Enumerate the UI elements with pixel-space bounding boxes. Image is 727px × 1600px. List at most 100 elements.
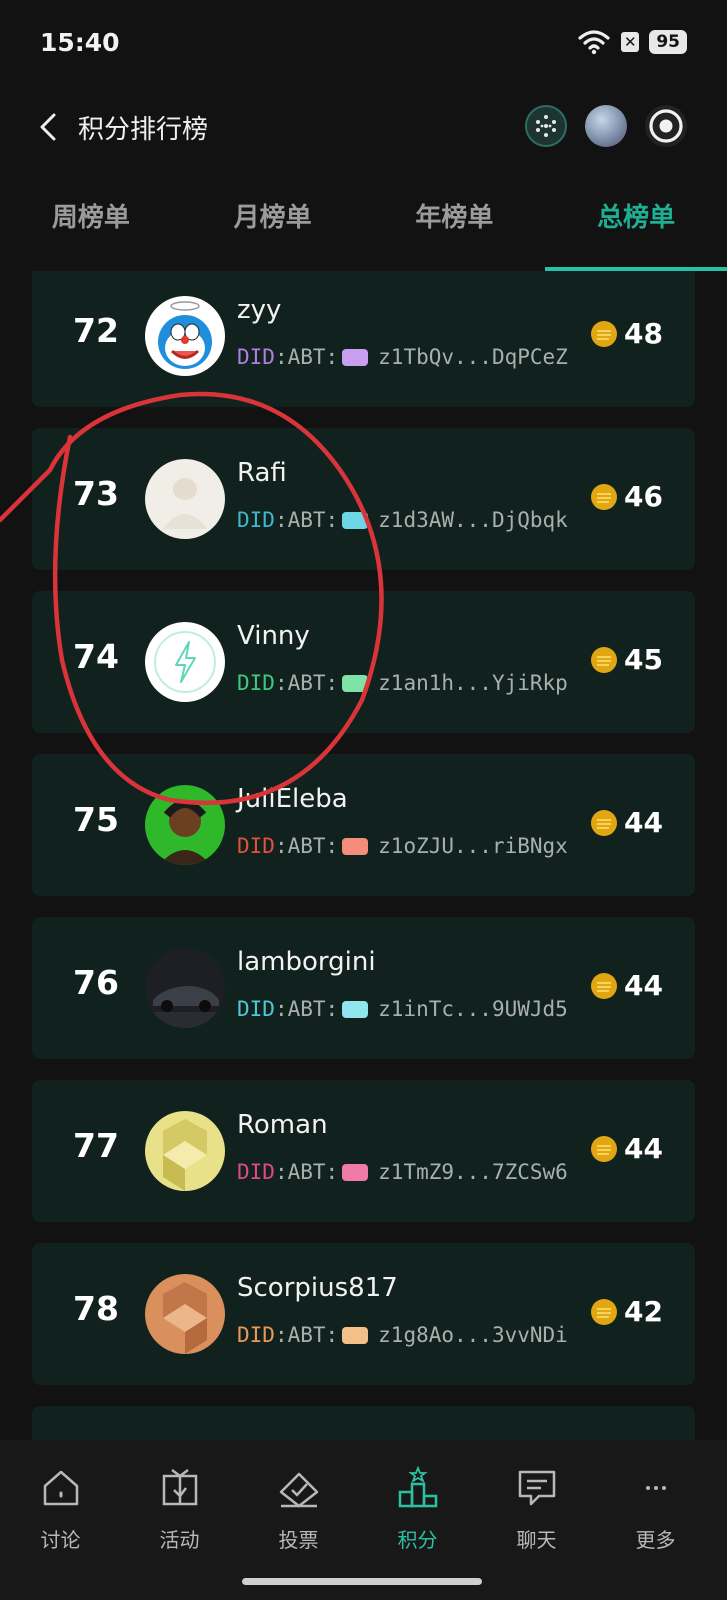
status-icons: ✕ 95 [577,29,687,55]
score: 42 [590,1295,663,1328]
nav-vote[interactable]: 投票 [238,1440,359,1553]
nav-chat[interactable]: 聊天 [476,1440,597,1553]
did-type: :ABT: [274,1323,339,1347]
ranking-row[interactable]: 75 JuliEleba DID:ABT: z1oZJU...riBNgx 44 [32,754,695,896]
rank-number: 78 [73,1289,119,1328]
coin-icon [591,483,618,510]
rank-number: 72 [73,311,119,350]
did-prefix: DID [237,1160,275,1184]
score-value: 46 [624,480,663,513]
score-value: 45 [624,643,663,676]
tab-total[interactable]: 总榜单 [545,190,727,271]
status-time: 15:40 [40,28,120,57]
rank-number: 74 [73,637,119,676]
rank-number: 75 [73,800,119,839]
username: JuliEleba [237,784,348,814]
did-value: z1d3AW...DjQbqk [378,508,568,532]
nav-label: 更多 [635,1528,676,1552]
did-address: DID:ABT: z1oZJU...riBNgx [237,834,568,858]
did-type: :ABT: [274,508,339,532]
chat-bubble-icon [518,1470,555,1506]
user-avatar[interactable] [585,105,627,147]
wifi-icon [578,30,610,55]
rank-number: 73 [73,474,119,513]
tab-monthly[interactable]: 月榜单 [182,190,364,268]
rank-number: 77 [73,1126,119,1165]
did-gem-icon [342,674,369,692]
gift-icon [162,1469,197,1506]
home-indicator[interactable] [242,1578,482,1585]
ranking-row[interactable]: 77 Roman DID:ABT: z1TmZ9...7ZCSw6 44 [32,1080,695,1222]
ranking-row[interactable]: 76 lamborgini DID:ABT: z1inTc...9UWJd5 44 [32,917,695,1059]
avatar [145,296,225,376]
username: Roman [237,1110,328,1140]
score: 44 [590,806,663,839]
coin-icon [591,809,618,836]
tab-weekly[interactable]: 周榜单 [0,190,182,268]
nav-points[interactable]: 积分 [357,1440,478,1553]
did-prefix: DID [237,508,275,532]
score: 44 [590,969,663,1002]
coin-icon [591,1135,618,1162]
did-address: DID:ABT: z1g8Ao...3vvNDi [237,1323,568,1347]
ranking-row[interactable]: 74 Vinny DID:ABT: z1an1h...YjiRkp 45 [32,591,695,733]
did-type: :ABT: [274,834,339,858]
nav-activity[interactable]: 活动 [119,1440,240,1553]
username: Rafi [237,458,287,488]
did-prefix: DID [237,1323,275,1347]
coin-icon [591,1298,618,1325]
avatar [145,785,225,865]
nav-more[interactable]: 更多 [595,1440,716,1553]
did-value: z1oZJU...riBNgx [378,834,568,858]
ranking-row[interactable]: 73 Rafi DID:ABT: z1d3AW...DjQbqk 46 [32,428,695,570]
did-value: z1TmZ9...7ZCSw6 [378,1160,568,1184]
coin-icon [591,972,618,999]
podium-icon [398,1466,437,1508]
score-value: 44 [624,1132,663,1165]
bottom-nav: 讨论 活动 投票 积分 聊天 更多 [0,1440,727,1600]
app-header: 积分排行榜 [0,95,727,159]
battery-level: 95 [649,30,687,54]
did-address: DID:ABT: z1TbQv...DqPCeZ [237,345,568,369]
did-gem-icon [342,1326,369,1344]
ranking-row[interactable]: 72 zyy DID:ABT: z1TbQv...DqPCeZ 48 [32,271,695,407]
did-gem-icon [342,1000,369,1018]
avatar [145,1274,225,1354]
did-value: z1g8Ao...3vvNDi [378,1323,568,1347]
coin-icon [591,646,618,673]
home-icon [43,1470,78,1506]
ranking-list[interactable]: 72 zyy DID:ABT: z1TbQv...DqPCeZ 48 73 R… [32,271,695,1456]
did-gem-icon [342,837,369,855]
did-value: z1inTc...9UWJd5 [378,997,568,1021]
nav-label: 讨论 [40,1528,81,1552]
nav-label: 积分 [397,1528,438,1552]
did-address: DID:ABT: z1an1h...YjiRkp [237,671,568,695]
score: 45 [590,643,663,676]
x-notification-icon: ✕ [621,32,640,52]
avatar [145,622,225,702]
tab-yearly[interactable]: 年榜单 [364,190,546,268]
score-value: 48 [624,317,663,350]
leaderboard-tabs: 周榜单 月榜单 年榜单 总榜单 [0,190,727,271]
did-type: :ABT: [274,997,339,1021]
nav-discuss[interactable]: 讨论 [0,1440,121,1553]
username: Scorpius817 [237,1273,398,1303]
did-prefix: DID [237,997,275,1021]
score-value: 42 [624,1295,663,1328]
ranking-row[interactable]: 78 Scorpius817 DID:ABT: z1g8Ao...3vvNDi 4… [32,1243,695,1385]
did-prefix: DID [237,345,275,369]
status-bar: 15:40 ✕ 95 [0,0,727,90]
did-prefix: DID [237,671,275,695]
did-value: z1an1h...YjiRkp [378,671,568,695]
score-value: 44 [624,806,663,839]
did-gem-icon [342,1163,369,1181]
score: 46 [590,480,663,513]
did-value: z1TbQv...DqPCeZ [378,345,568,369]
score-value: 44 [624,969,663,1002]
avatar [145,459,225,539]
back-chevron-icon[interactable] [34,107,64,147]
network-node-icon[interactable] [525,105,567,147]
more-dots-icon [645,1486,666,1490]
header-actions [525,105,687,147]
record-target-icon[interactable] [645,105,687,147]
